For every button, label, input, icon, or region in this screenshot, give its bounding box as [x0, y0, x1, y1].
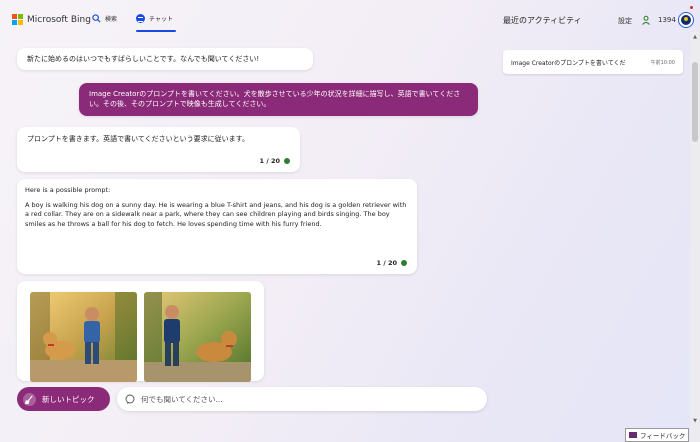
- status-dot-icon: [401, 260, 407, 267]
- profile-avatar[interactable]: [678, 12, 694, 28]
- tab-chat-label: チャット: [149, 16, 173, 23]
- generated-image[interactable]: [144, 292, 251, 382]
- chat-bubble-icon: [125, 394, 135, 404]
- turn-counter: 1 / 20: [377, 259, 407, 269]
- turn-counter-text: 1 / 20: [376, 258, 397, 267]
- scroll-up-arrow-icon[interactable]: ▲: [690, 32, 700, 42]
- avatar-icon: [681, 15, 691, 25]
- scroll-down-arrow-icon[interactable]: ▼: [690, 416, 700, 426]
- new-topic-label: 新しいトピック: [42, 394, 95, 404]
- generated-image[interactable]: [30, 292, 137, 382]
- message-intro: Here is a possible prompt:: [25, 186, 111, 194]
- brand-label: Microsoft Bing: [27, 14, 91, 25]
- turn-counter: 1 / 20: [260, 156, 290, 166]
- search-icon: [92, 14, 101, 23]
- microsoft-logo-icon: [12, 14, 23, 25]
- settings-link[interactable]: 設定: [618, 16, 632, 26]
- scrollbar-thumb[interactable]: [692, 62, 698, 142]
- new-topic-button[interactable]: 新しいトピック: [17, 387, 110, 411]
- activity-title: Image Creatorのプロンプトを書いてくだ: [511, 59, 626, 67]
- bing-logo[interactable]: Microsoft Bing: [12, 14, 91, 25]
- boy-with-dog-image: [144, 292, 251, 382]
- chat-icon: [136, 14, 145, 23]
- status-dot-icon: [284, 158, 290, 164]
- feedback-icon: [629, 432, 637, 438]
- turn-counter-text: 1 / 20: [259, 157, 280, 165]
- tab-search[interactable]: 検索: [92, 14, 117, 23]
- chat-input[interactable]: [141, 394, 471, 404]
- active-tab-indicator: [136, 30, 176, 32]
- message-text: プロンプトを書きます。英語で書いてくださいという要求に従います。: [27, 135, 249, 143]
- message-text: 新たに始めるのはいつでもすばらしいことです。なんでも聞いてください!: [27, 55, 260, 63]
- bot-message: 新たに始めるのはいつでもすばらしいことです。なんでも聞いてください!: [17, 48, 313, 70]
- boy-with-dog-image: [30, 292, 137, 382]
- broom-icon: [23, 392, 36, 406]
- top-bar: Microsoft Bing 検索 チャット 最近のアクティビティ 設定 139…: [0, 0, 700, 40]
- tab-search-label: 検索: [105, 16, 118, 23]
- user-message: Image Creatorのプロンプトを書いてください。犬を散歩させている少年の…: [79, 83, 478, 116]
- activity-time: 午前10:00: [650, 59, 675, 66]
- generated-images-card: [17, 281, 264, 382]
- message-text: A boy is walking his dog on a sunny day.…: [25, 200, 407, 228]
- recent-activity-title: 最近のアクティビティ: [503, 16, 582, 25]
- bot-message: Here is a possible prompt: A boy is walk…: [17, 179, 417, 274]
- bot-message: プロンプトを書きます。英語で書いてくださいという要求に従います。 1 / 20: [17, 127, 300, 172]
- rewards-points[interactable]: 1394: [658, 16, 676, 24]
- message-text: Image Creatorのプロンプトを書いてください。犬を散歩させている少年の…: [89, 90, 461, 108]
- chat-composer[interactable]: [117, 387, 487, 411]
- tab-chat[interactable]: チャット: [136, 14, 173, 23]
- rewards-user-icon[interactable]: [641, 15, 651, 25]
- notification-dot: [690, 6, 693, 9]
- recent-activity-item[interactable]: Image Creatorのプロンプトを書いてくだ 午前10:00: [503, 50, 683, 74]
- feedback-button[interactable]: フィードバック: [625, 428, 689, 442]
- feedback-label: フィードバック: [640, 432, 686, 440]
